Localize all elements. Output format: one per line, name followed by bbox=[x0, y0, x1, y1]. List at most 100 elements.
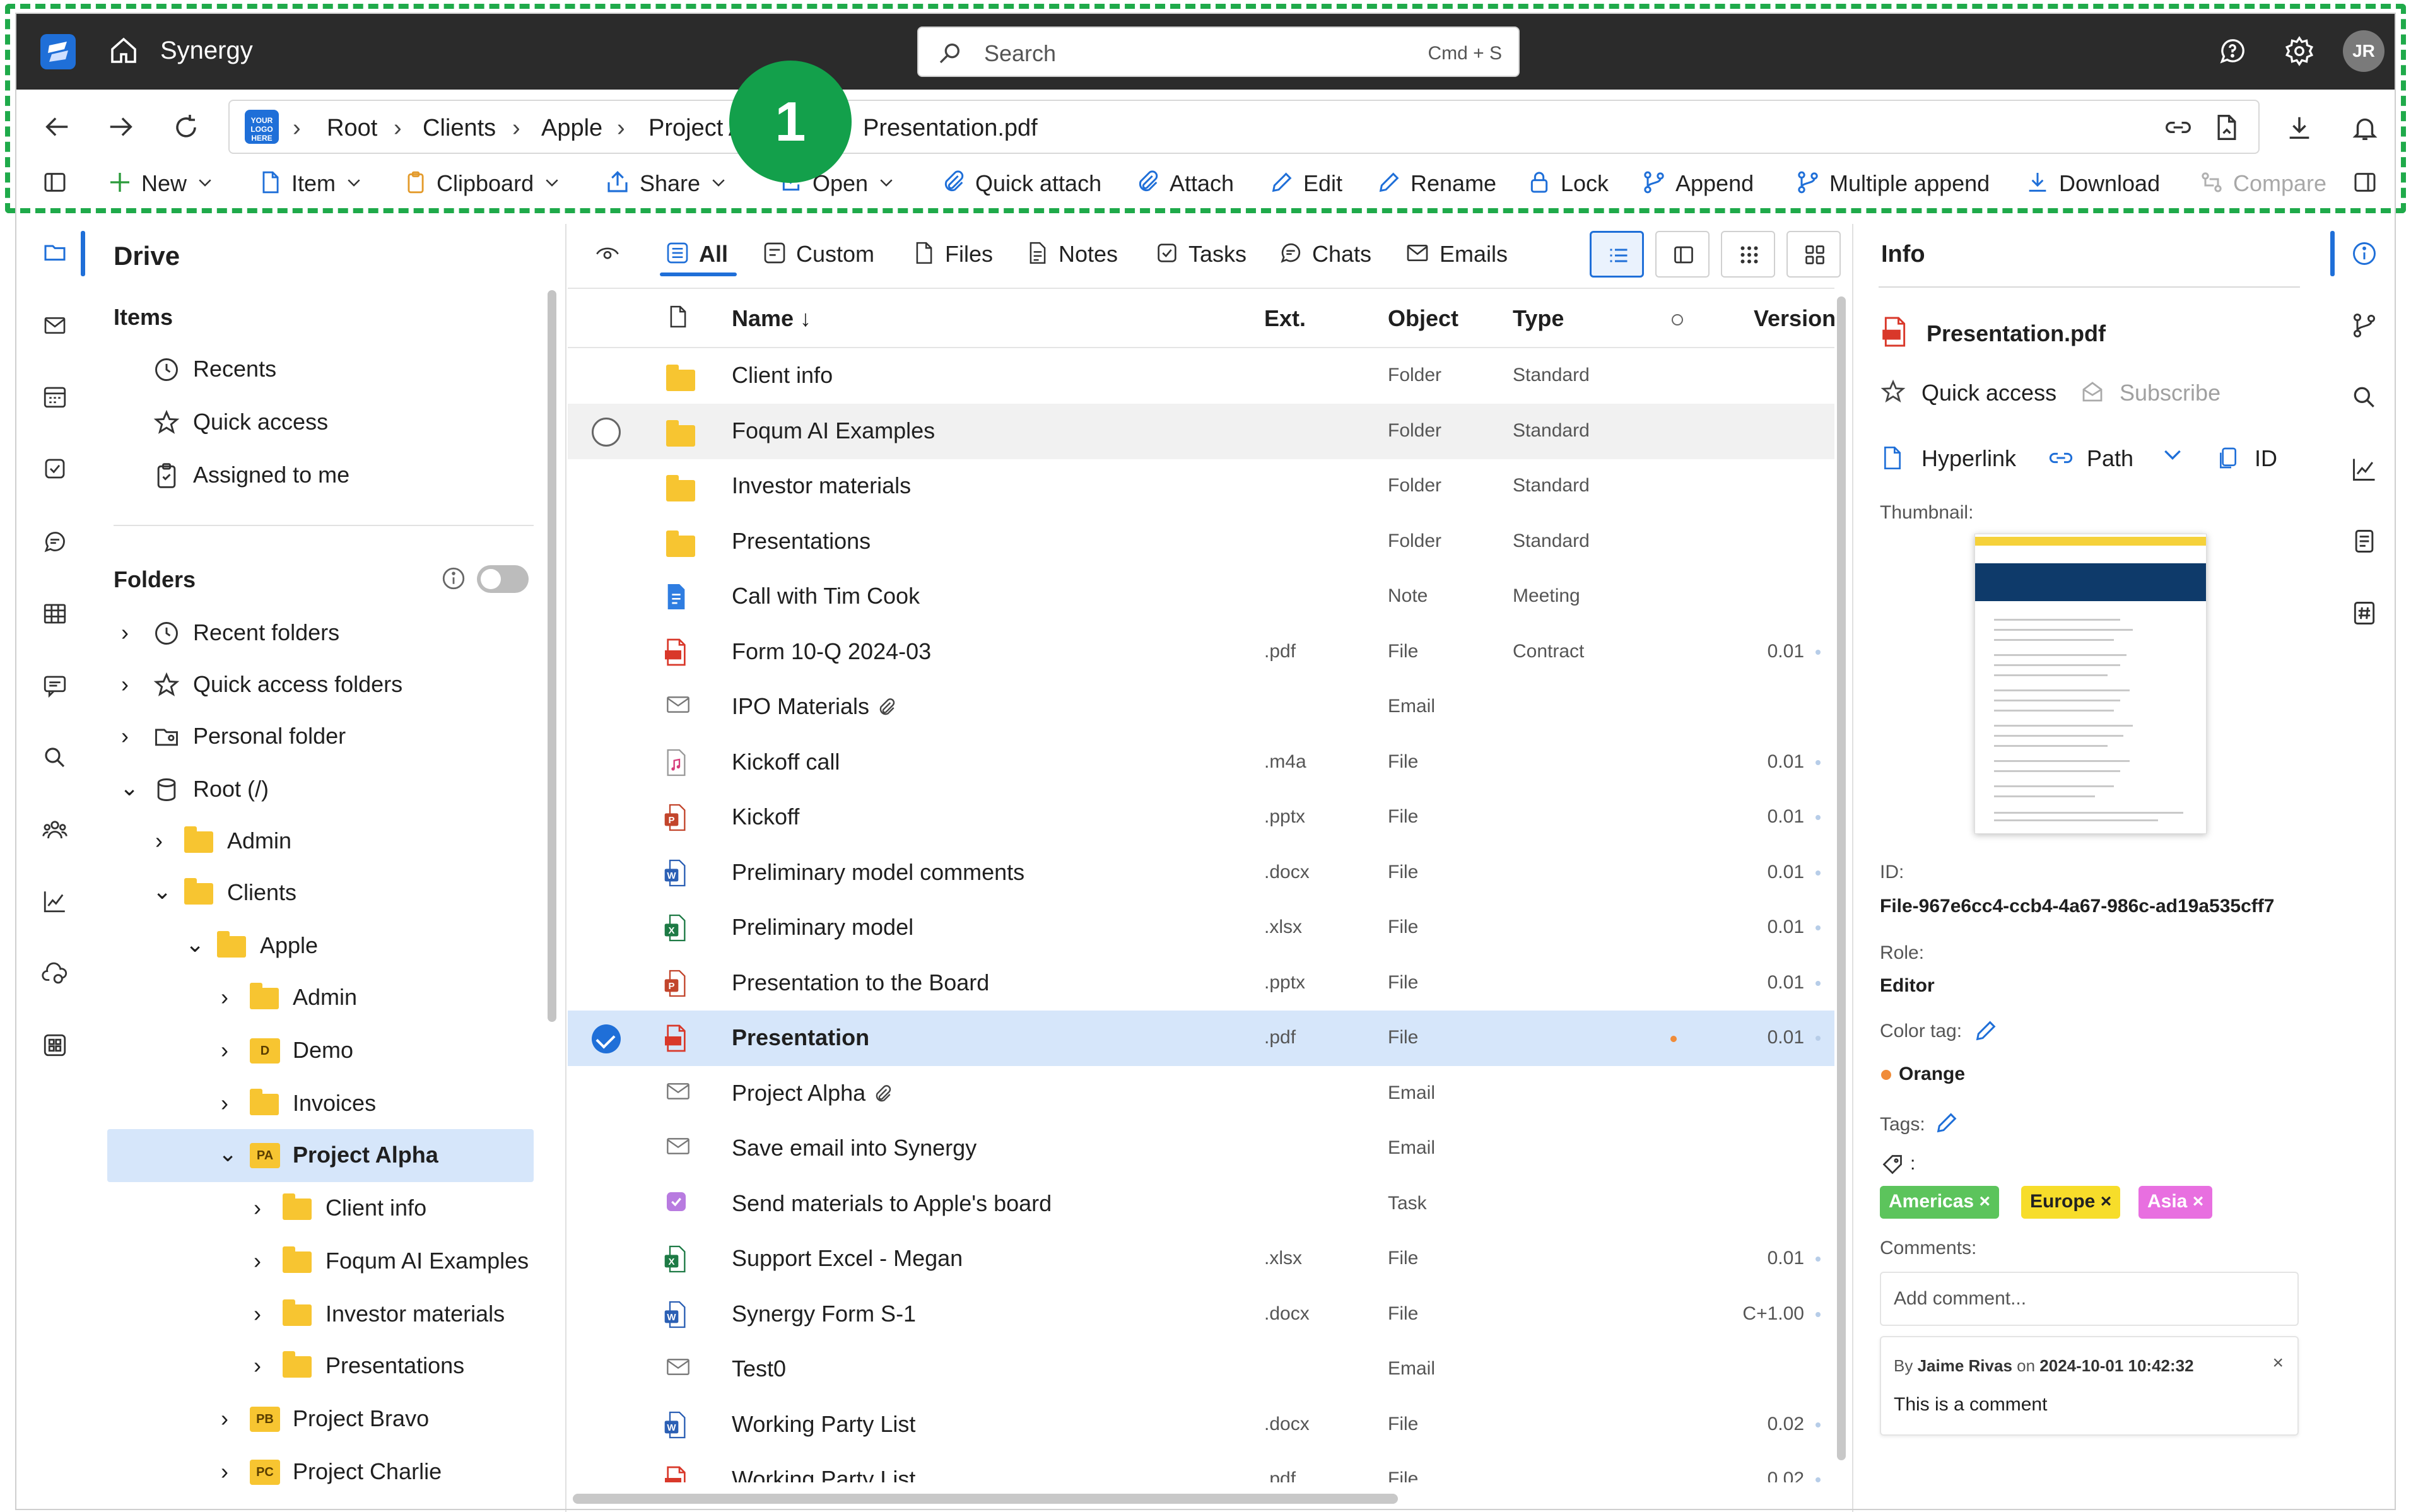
id-button[interactable]: ID bbox=[2255, 445, 2277, 472]
synergy-logo-icon[interactable] bbox=[40, 34, 76, 69]
visibility-eye-icon[interactable] bbox=[593, 241, 631, 268]
back-arrow-icon[interactable] bbox=[40, 112, 73, 144]
drive-folder-icon[interactable] bbox=[40, 240, 69, 268]
chevron-right-icon[interactable]: › bbox=[221, 1090, 228, 1116]
copy-id-icon[interactable] bbox=[2215, 444, 2241, 475]
mail-icon[interactable] bbox=[40, 313, 69, 341]
cloud-sync-icon[interactable] bbox=[40, 960, 69, 990]
chevron-right-icon[interactable]: › bbox=[221, 984, 228, 1011]
gear-icon[interactable] bbox=[2284, 35, 2315, 70]
search-icon[interactable] bbox=[2350, 384, 2378, 414]
download-button[interactable]: Download bbox=[2025, 170, 2160, 198]
table-row[interactable]: Investor materials Folder Standard bbox=[568, 459, 1834, 514]
info-icon[interactable] bbox=[440, 565, 467, 595]
toggle-sidebar-icon[interactable] bbox=[40, 170, 78, 197]
tree-project-bravo[interactable]: Project Bravo bbox=[293, 1405, 429, 1432]
tab-custom[interactable]: Custom bbox=[762, 241, 874, 268]
table-horizontal-scrollbar[interactable] bbox=[573, 1494, 1398, 1504]
table-row[interactable]: W Working Party List .docx File 0.02 bbox=[568, 1397, 1834, 1453]
file-path-icon[interactable] bbox=[2213, 112, 2241, 146]
sidebar-item-assigned[interactable]: Assigned to me bbox=[153, 462, 349, 488]
tree-foqum[interactable]: Foqum AI Examples bbox=[326, 1248, 529, 1274]
share-button[interactable]: Share bbox=[604, 170, 728, 198]
chevron-right-icon[interactable]: › bbox=[221, 1037, 228, 1064]
messages-icon[interactable] bbox=[40, 672, 69, 702]
column-name[interactable]: Name ↓ bbox=[732, 305, 811, 332]
chevron-down-icon[interactable]: ⌄ bbox=[185, 931, 204, 958]
breadcrumb-root[interactable]: Root bbox=[327, 115, 377, 142]
append-button[interactable]: Append bbox=[1641, 170, 1754, 198]
table-row[interactable]: X Preliminary model .xlsx File 0.01 bbox=[568, 900, 1834, 956]
company-logo[interactable]: YOUR LOGO HERE bbox=[245, 110, 279, 144]
table-row[interactable]: Project Alpha Email bbox=[568, 1066, 1834, 1122]
file-thumbnail[interactable] bbox=[1974, 534, 2207, 834]
chevron-right-icon[interactable]: › bbox=[254, 1248, 261, 1274]
chevron-down-icon[interactable]: ⌄ bbox=[218, 1140, 237, 1167]
tab-tasks[interactable]: Tasks bbox=[1154, 241, 1247, 268]
tree-personal-folder[interactable]: Personal folder bbox=[153, 723, 346, 749]
document-icon[interactable] bbox=[2350, 527, 2378, 558]
grid-view-button[interactable] bbox=[1721, 231, 1775, 278]
table-row[interactable]: P Kickoff .pptx File 0.01 bbox=[568, 790, 1834, 845]
tree-recent-folders[interactable]: Recent folders bbox=[153, 619, 339, 646]
tiles-view-button[interactable] bbox=[1786, 231, 1841, 278]
tree-clients[interactable]: Clients bbox=[227, 879, 296, 906]
subscribe-icon[interactable] bbox=[2079, 378, 2106, 408]
subscribe-button[interactable]: Subscribe bbox=[2120, 380, 2220, 406]
branch-icon[interactable] bbox=[2350, 312, 2378, 343]
sidebar-item-recents[interactable]: Recents bbox=[153, 356, 276, 382]
table-row[interactable]: Send materials to Apple's board Task bbox=[568, 1176, 1834, 1232]
calendar-icon[interactable] bbox=[40, 384, 69, 413]
search-input[interactable]: Search Cmd + S bbox=[917, 26, 1520, 77]
tag-asia[interactable]: Asia × bbox=[2138, 1186, 2213, 1219]
tag-americas[interactable]: Americas × bbox=[1880, 1186, 1999, 1219]
tree-root[interactable]: Root (/) bbox=[153, 776, 269, 802]
info-icon[interactable] bbox=[2350, 240, 2378, 271]
list-view-button[interactable] bbox=[1590, 231, 1644, 278]
preview-view-button[interactable] bbox=[1655, 231, 1710, 278]
add-comment-input[interactable]: Add comment... bbox=[1880, 1272, 2299, 1326]
table-row[interactable]: Kickoff call .m4a File 0.01 bbox=[568, 735, 1834, 790]
help-icon[interactable] bbox=[2217, 35, 2248, 70]
table-row[interactable]: Call with Tim Cook Note Meeting bbox=[568, 569, 1834, 624]
tree-presentations[interactable]: Presentations bbox=[326, 1352, 464, 1379]
tab-all[interactable]: All bbox=[665, 241, 728, 268]
tree-admin[interactable]: Admin bbox=[227, 828, 291, 854]
chevron-down-icon[interactable] bbox=[2160, 442, 2185, 470]
column-object[interactable]: Object bbox=[1388, 305, 1458, 332]
tree-project-alpha[interactable]: Project Alpha bbox=[293, 1142, 438, 1168]
hashtag-icon[interactable] bbox=[2350, 599, 2378, 630]
download-icon[interactable] bbox=[2285, 112, 2314, 147]
column-color-circle-icon[interactable] bbox=[1672, 314, 1683, 325]
tab-notes[interactable]: Notes bbox=[1026, 241, 1118, 269]
tree-demo[interactable]: Demo bbox=[293, 1037, 353, 1064]
table-row[interactable]: Foqum AI Examples Folder Standard bbox=[568, 404, 1834, 459]
close-icon[interactable]: × bbox=[2101, 1191, 2112, 1212]
forward-arrow-icon[interactable] bbox=[105, 112, 138, 144]
rename-button[interactable]: Rename bbox=[1376, 170, 1496, 198]
tab-emails[interactable]: Emails bbox=[1404, 241, 1508, 268]
column-ext[interactable]: Ext. bbox=[1264, 305, 1306, 332]
folders-toggle[interactable] bbox=[477, 565, 529, 593]
tree-invoices[interactable]: Invoices bbox=[293, 1090, 376, 1116]
table-grid-icon[interactable] bbox=[40, 601, 69, 630]
toggle-info-panel-icon[interactable] bbox=[2350, 170, 2388, 197]
attach-button[interactable]: Attach bbox=[1135, 170, 1234, 198]
hyperlink-icon[interactable] bbox=[1880, 444, 1905, 475]
chevron-right-icon[interactable]: › bbox=[121, 671, 129, 698]
row-select-radio[interactable] bbox=[592, 418, 621, 447]
tree-project-charlie[interactable]: Project Charlie bbox=[293, 1458, 442, 1485]
chevron-right-icon[interactable]: › bbox=[221, 1405, 228, 1432]
table-row[interactable]: Presentation .pdf File 0.01 bbox=[568, 1011, 1834, 1066]
table-row[interactable]: W Synergy Form S-1 .docx File C+1.00 bbox=[568, 1287, 1834, 1342]
quick-attach-button[interactable]: Quick attach bbox=[941, 170, 1101, 198]
table-row[interactable]: X Support Excel - Megan .xlsx File 0.01 bbox=[568, 1231, 1834, 1287]
table-row[interactable]: Save email into Synergy Email bbox=[568, 1121, 1834, 1176]
star-icon[interactable] bbox=[1880, 378, 1906, 408]
tree-client-info[interactable]: Client info bbox=[326, 1195, 426, 1221]
analytics-icon[interactable] bbox=[40, 888, 69, 918]
chevron-right-icon[interactable]: › bbox=[221, 1458, 228, 1485]
close-icon[interactable]: × bbox=[1979, 1191, 1990, 1212]
table-vertical-scrollbar[interactable] bbox=[1837, 296, 1846, 1460]
refresh-icon[interactable] bbox=[170, 112, 202, 146]
